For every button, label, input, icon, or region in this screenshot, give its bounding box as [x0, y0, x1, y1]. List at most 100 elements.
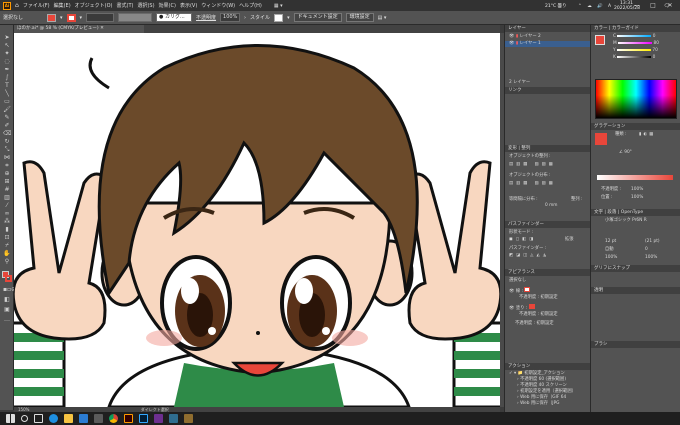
edit-toolbar-icon[interactable]: … [3, 317, 11, 323]
pathfinder-icons[interactable]: ◩◪◫◬◭◮ [509, 253, 549, 259]
distribute-spacing-value[interactable]: 0 mm [545, 203, 557, 209]
eraser-tool-icon[interactable]: ⌫ [3, 131, 11, 137]
weather-status[interactable]: 21°C 曇り [545, 0, 567, 13]
artboard-canvas[interactable] [14, 33, 500, 407]
file-explorer-icon[interactable] [64, 414, 73, 423]
slice-tool-icon[interactable]: ⌿ [3, 243, 11, 249]
document-settings-button[interactable]: ドキュメント設定 [293, 13, 342, 22]
menu-edit[interactable]: 編集(E) [54, 2, 71, 9]
gradient-tool-icon[interactable]: ▥ [3, 195, 11, 201]
pathfinder-panel-header[interactable]: パスファインダー [505, 221, 590, 228]
gradient-slider[interactable] [597, 175, 673, 180]
eyedropper-tool-icon[interactable]: ⁄ [3, 203, 11, 209]
kerning-field[interactable]: 自動 [605, 247, 614, 253]
expand-button[interactable]: 拡張 [565, 237, 574, 243]
app-taskbar-icon-3[interactable] [184, 414, 193, 423]
opacity-label[interactable]: 不透明度 [196, 14, 216, 21]
shaper-tool-icon[interactable]: ✐ [3, 123, 11, 129]
color-fill-preview[interactable] [595, 35, 605, 45]
tab-close-icon[interactable]: ✕ [100, 26, 104, 31]
notification-icon[interactable]: 🗨 [664, 0, 670, 13]
hand-tool-icon[interactable]: ✋ [3, 251, 11, 257]
artboard-tool-icon[interactable]: ⊡ [3, 235, 11, 241]
leading-field[interactable]: (21 pt) [645, 239, 660, 245]
magic-wand-tool-icon[interactable]: ✦ [3, 51, 11, 57]
gradient-opacity-value[interactable]: 100% [631, 187, 643, 193]
menu-object[interactable]: オブジェクト(O) [75, 2, 113, 9]
variable-width-field[interactable] [118, 13, 153, 22]
photoshop-taskbar-icon[interactable] [139, 414, 148, 423]
stroke-color-box[interactable] [5, 275, 12, 282]
system-tray-icons[interactable]: ⌃ ☁ 🔊 [578, 0, 605, 13]
screen-mode-icon[interactable]: ▣ [3, 307, 11, 313]
align-panel-header[interactable]: 変形 | 整列 [505, 145, 590, 152]
width-tool-icon[interactable]: ⋈ [3, 155, 11, 161]
layer-row-2[interactable]: 👁 ▮ レイヤー 2 [509, 34, 541, 40]
maximize-button[interactable]: □ [646, 0, 660, 11]
stroke-dropdown-icon[interactable]: ▾ [80, 15, 83, 21]
snap-to-glyph-header[interactable]: グリフにスナップ [591, 265, 680, 272]
menu-help[interactable]: ヘルプ(H) [239, 2, 262, 9]
shape-mode-icons[interactable]: ◼◻◧◨ [509, 237, 536, 243]
links-panel-header[interactable]: リンク [505, 87, 590, 94]
gradient-location-value[interactable]: 100% [631, 195, 643, 201]
arrange-icon[interactable]: ▤ ▾ [378, 15, 387, 21]
brushes-panel-header[interactable]: ブラシ [591, 341, 680, 348]
clock-date[interactable]: 2022/05/28 [614, 6, 640, 12]
free-transform-tool-icon[interactable]: ⌗ [3, 163, 11, 169]
mesh-tool-icon[interactable]: # [3, 187, 11, 193]
windows-start-icon[interactable] [6, 414, 15, 423]
rectangle-tool-icon[interactable]: ▭ [3, 99, 11, 105]
layer-row-1[interactable]: 👁 ▮ レイヤー 1 [505, 41, 591, 47]
color-spectrum[interactable] [595, 79, 677, 119]
gradient-angle[interactable]: ∠ 90° [619, 150, 632, 156]
menu-type[interactable]: 書式(T) [117, 2, 134, 9]
opacity-field[interactable]: 100% [220, 13, 241, 22]
appearance-stroke-row[interactable]: 👁 線 : [509, 287, 531, 295]
illustrator-taskbar-icon[interactable] [124, 414, 133, 423]
menu-window[interactable]: ウィンドウ(W) [201, 2, 235, 9]
shape-builder-tool-icon[interactable]: ⊕ [3, 171, 11, 177]
app-taskbar-icon-2[interactable] [169, 414, 178, 423]
zoom-tool-icon[interactable]: ⚲ [3, 259, 11, 265]
color-channel-k[interactable]: K 0 [613, 55, 655, 61]
appearance-stroke-opacity[interactable]: 不透明度 : 初期設定 [519, 295, 558, 301]
transparency-panel-header[interactable]: 透明 [591, 287, 680, 294]
gradient-panel-header[interactable]: グラデーション [591, 123, 680, 130]
stroke-weight-field[interactable] [86, 13, 115, 22]
fill-swatch[interactable] [47, 13, 56, 22]
fill-dropdown-icon[interactable]: ▾ [60, 15, 63, 21]
vertical-scale-field[interactable]: 100% [605, 255, 617, 261]
store-icon[interactable] [94, 414, 103, 423]
line-tool-icon[interactable]: ╲ [3, 91, 11, 97]
paintbrush-tool-icon[interactable]: 🖌 [3, 107, 11, 113]
action-item-5[interactable]: › Web 用に保存（JPG [517, 401, 560, 407]
opacity-arrow-icon[interactable]: › [244, 15, 246, 21]
ime-indicator[interactable]: A [608, 0, 611, 13]
font-family-field[interactable]: 小塚ゴシック Pr6N R [605, 218, 647, 224]
layers-panel-header[interactable]: レイヤー [505, 25, 590, 32]
drawing-mode-icon[interactable]: ◧ [3, 297, 11, 303]
menu-select[interactable]: 選択(S) [137, 2, 154, 9]
horizontal-scale-field[interactable]: 100% [645, 255, 657, 261]
type-tool-icon[interactable]: T [3, 83, 11, 89]
menu-view[interactable]: 表示(V) [180, 2, 197, 9]
appearance-fill-row[interactable]: 👁 塗り : [509, 304, 535, 312]
workspace-switcher-icon[interactable]: ▦ ▾ [274, 3, 283, 9]
color-channel-y[interactable]: Y 70 [613, 48, 658, 54]
blend-tool-icon[interactable]: ∞ [3, 211, 11, 217]
gradient-preview[interactable] [595, 133, 607, 145]
task-view-icon[interactable] [34, 414, 43, 423]
pen-tool-icon[interactable]: ✒ [3, 67, 11, 73]
style-dropdown-icon[interactable]: ▾ [287, 15, 290, 21]
actions-panel-header[interactable]: アクション [505, 363, 590, 370]
graph-tool-icon[interactable]: ▮ [3, 227, 11, 233]
lasso-tool-icon[interactable]: ◌ [3, 59, 11, 65]
edge-browser-icon[interactable] [49, 414, 58, 423]
document-tab[interactable]: ほのか.ai* @ 58 % (CMYK/プレビュー) ✕ [14, 25, 144, 33]
appearance-fill-opacity[interactable]: 不透明度 : 初期設定 [519, 312, 558, 318]
brush-definition-field[interactable]: ● カリグ... [156, 13, 193, 22]
distribute-object-icons[interactable]: ▤▥▦ ▧▨▩ [509, 181, 556, 187]
color-mode-icons[interactable]: ▪▫⊘ [3, 287, 16, 293]
color-channel-c[interactable]: C 0 [613, 34, 656, 40]
